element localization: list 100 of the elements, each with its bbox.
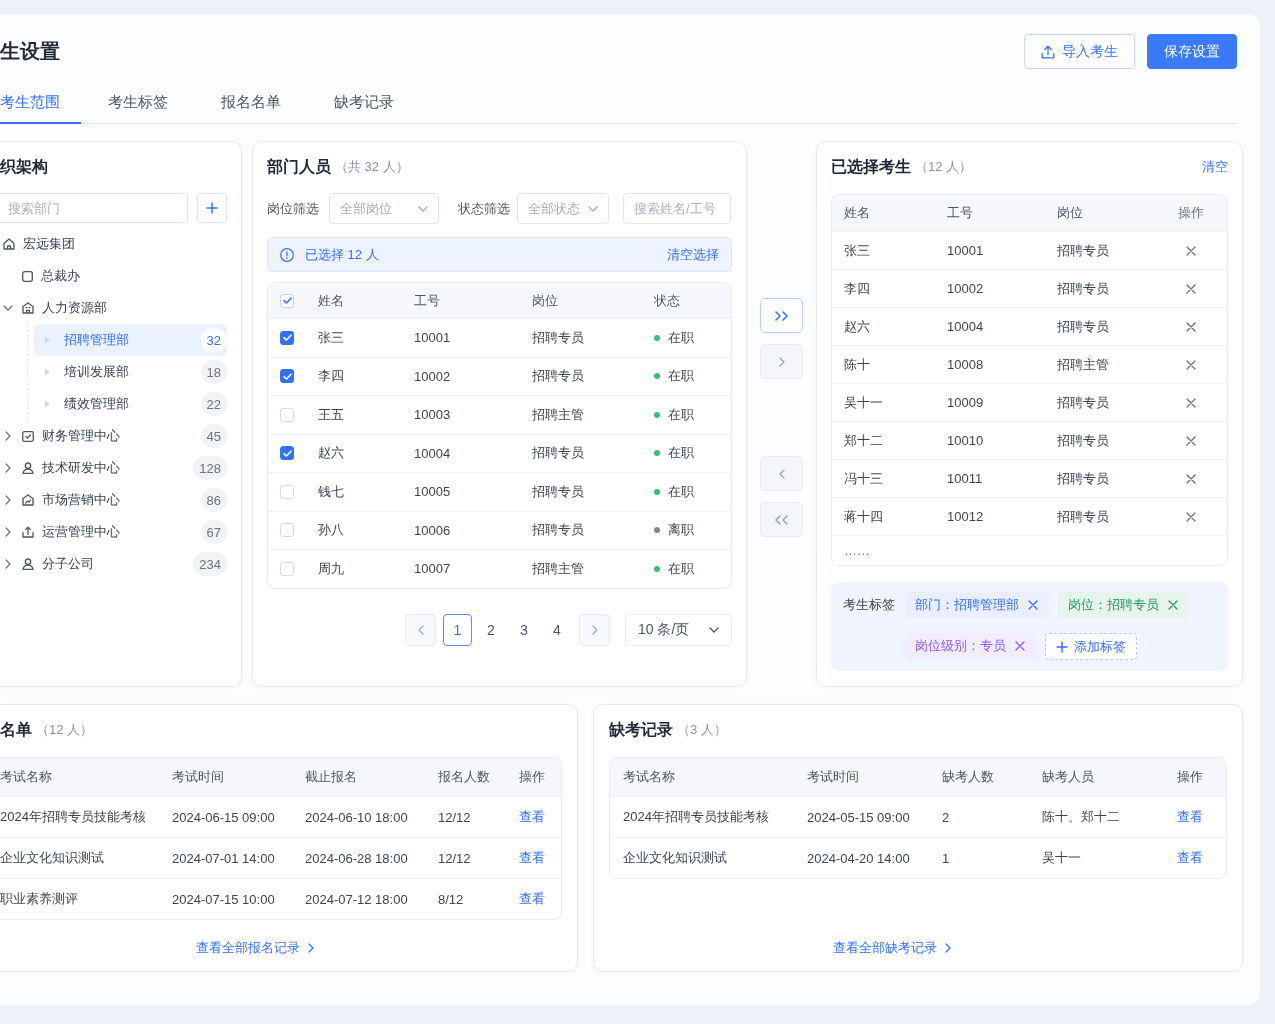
chart-icon: [22, 494, 34, 506]
remove-icon[interactable]: [1186, 321, 1196, 332]
table-cell-text: 张三: [844, 241, 871, 260]
tag-label: 岗位：招聘专员: [1068, 596, 1159, 614]
tab[interactable]: 考生范围: [0, 81, 81, 124]
table-cell-text: 12/12: [438, 850, 472, 866]
checkbox[interactable]: [280, 446, 294, 461]
table-cell-text: 李四: [318, 367, 345, 386]
column-header: 考试时间: [807, 768, 860, 786]
tree-item[interactable]: 绩效管理部 22: [34, 388, 227, 420]
view-link[interactable]: 查看: [519, 890, 561, 908]
table-cell-text: 10003: [414, 407, 452, 423]
tree-item[interactable]: 分子公司 234: [0, 548, 227, 580]
more-text: ……: [832, 535, 1227, 565]
chevron-down-icon: [418, 205, 428, 212]
page-button[interactable]: 2: [477, 613, 505, 646]
tag-chip[interactable]: 岗位：招聘专员: [1058, 592, 1188, 618]
chevron-right-icon[interactable]: [5, 431, 11, 441]
search-field[interactable]: 搜索部门: [0, 193, 188, 223]
chevron-down-icon: [588, 205, 598, 212]
panel-count: （12 人）: [36, 721, 94, 739]
view-link[interactable]: 查看: [1177, 849, 1226, 867]
filter-select[interactable]: 全部岗位: [329, 193, 439, 224]
page-button[interactable]: 3: [510, 613, 538, 646]
import-button[interactable]: 导入考生: [1024, 34, 1135, 69]
remove-icon[interactable]: [1186, 283, 1196, 294]
triangle-icon: [45, 369, 50, 375]
chevron-down-icon: [709, 626, 719, 633]
tree-item[interactable]: 宏远集团: [0, 228, 227, 260]
table-cell-text: 2024-06-28 18:00: [305, 850, 409, 866]
page-size-select[interactable]: 10 条/页: [625, 613, 732, 646]
table-cell-text: 2024-07-12 18:00: [305, 891, 409, 907]
remove-icon[interactable]: [1186, 511, 1196, 522]
view-link[interactable]: 查看: [519, 849, 561, 867]
table-cell-text: 吴十一: [1042, 849, 1082, 867]
tree-item[interactable]: 技术研发中心 128: [0, 452, 227, 484]
column-header: 缺考人员: [1042, 768, 1095, 786]
info-icon: [280, 247, 294, 262]
table-cell-text: 吴十一: [844, 393, 884, 412]
table-cell-text: 职业素养测评: [0, 890, 79, 908]
tree-item[interactable]: 财务管理中心 45: [0, 420, 227, 452]
column-header: 岗位: [532, 291, 559, 310]
save-button[interactable]: 保存设置: [1147, 34, 1237, 69]
tab[interactable]: 考生标签: [81, 81, 194, 124]
tree-item[interactable]: 市场营销中心 86: [0, 484, 227, 516]
chevron-right-icon[interactable]: [5, 527, 11, 537]
chevron-left-icon: [417, 624, 424, 635]
panel-count: （12 人）: [915, 158, 973, 176]
table-cell-text: 招聘主管: [532, 559, 585, 578]
chevron-right-icon[interactable]: [5, 559, 11, 569]
clear-selection-link[interactable]: 清空选择: [667, 245, 719, 264]
add-department-button[interactable]: [197, 193, 227, 223]
count-badge: 234: [193, 552, 227, 576]
filter-select[interactable]: 全部状态: [517, 193, 609, 224]
count-badge: 128: [193, 456, 227, 480]
add-tag-button[interactable]: 添加标签: [1045, 633, 1137, 660]
view-link[interactable]: 查看: [519, 808, 561, 826]
tree-item[interactable]: 招聘管理部 32: [34, 324, 227, 356]
view-all-link[interactable]: 查看全部缺考记录: [833, 939, 951, 957]
checkbox[interactable]: [280, 369, 294, 384]
count-badge: 45: [200, 424, 227, 448]
remove-icon[interactable]: [1028, 600, 1038, 610]
column-header: 考试名称: [623, 768, 676, 786]
page-button[interactable]: 1: [443, 613, 472, 646]
tab[interactable]: 缺考记录: [307, 81, 420, 124]
chevron-down-icon[interactable]: [3, 305, 13, 311]
remove-icon[interactable]: [1186, 397, 1196, 408]
table-cell-text: 招聘专员: [1057, 507, 1110, 526]
remove-icon[interactable]: [1015, 641, 1025, 651]
status-text: 在职: [668, 482, 694, 501]
remove-icon[interactable]: [1168, 600, 1178, 610]
tag-chip[interactable]: 岗位级别：专员: [905, 633, 1035, 659]
remove-icon[interactable]: [1186, 473, 1196, 484]
table-cell-text: 招聘专员: [532, 328, 585, 347]
page-title: 生设置: [0, 39, 60, 64]
remove-icon[interactable]: [1186, 435, 1196, 446]
view-all-link[interactable]: 查看全部报名记录: [196, 939, 314, 957]
tab[interactable]: 报名名单: [194, 81, 307, 124]
tree-item[interactable]: 运营管理中心 67: [0, 516, 227, 548]
remove-icon[interactable]: [1186, 359, 1196, 370]
checkbox[interactable]: [280, 330, 294, 345]
page-button[interactable]: 4: [543, 613, 571, 646]
tree-item[interactable]: 培训发展部 18: [34, 356, 227, 388]
count-badge: 22: [200, 392, 227, 416]
table-cell-text: 蒋十四: [844, 507, 884, 526]
column-header: 操作: [1177, 768, 1204, 786]
view-link[interactable]: 查看: [1177, 808, 1226, 826]
search-field[interactable]: 搜索姓名/工号: [623, 193, 731, 224]
chevron-right-icon[interactable]: [5, 495, 11, 505]
chevron-right-icon[interactable]: [5, 463, 11, 473]
remove-icon[interactable]: [1186, 245, 1196, 256]
tag-chip[interactable]: 部门：招聘管理部: [905, 592, 1048, 618]
clear-all-link[interactable]: 清空: [1202, 158, 1228, 176]
table-cell-text: 2024-04-20 14:00: [807, 850, 911, 866]
tree-item[interactable]: 总裁办: [0, 260, 227, 292]
tree-item[interactable]: 人力资源部: [0, 292, 227, 324]
column-header: 状态: [654, 291, 681, 310]
table-cell-text: 钱七: [318, 482, 345, 501]
count-badge: 18: [200, 360, 227, 384]
table-cell-text: 10006: [414, 522, 452, 538]
